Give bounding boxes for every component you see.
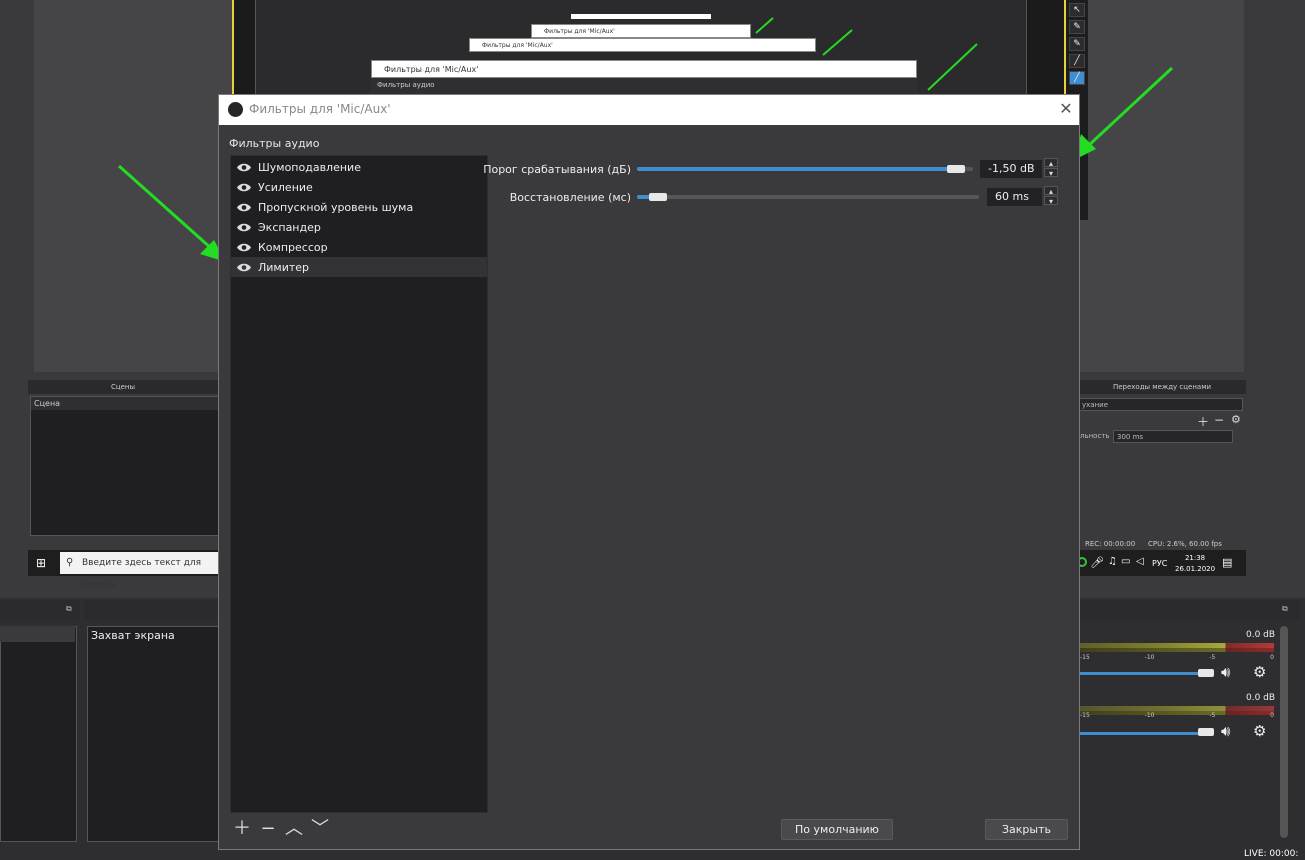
- filter-label: Шумоподавление: [258, 160, 361, 174]
- dialog-title: Фильтры для 'Mic/Aux': [249, 102, 391, 116]
- filter-label: Компрессор: [258, 240, 328, 254]
- filter-list[interactable]: Шумоподавление Усиление Пропускной урове…: [230, 155, 488, 813]
- spin-up-icon[interactable]: ▴: [1044, 158, 1058, 168]
- audio-filters-label: Фильтры аудио: [229, 137, 320, 150]
- release-slider-handle[interactable]: [648, 193, 667, 201]
- visibility-eye-icon[interactable]: [236, 182, 252, 193]
- list-item[interactable]: Компрессор: [231, 237, 487, 257]
- release-field[interactable]: 60 ms: [986, 187, 1043, 207]
- defaults-button[interactable]: По умолчанию: [781, 819, 893, 840]
- release-label: Восстановление (мс): [509, 191, 631, 204]
- visibility-eye-icon[interactable]: [236, 162, 252, 173]
- filter-label: Лимитер: [258, 260, 310, 274]
- threshold-slider[interactable]: [637, 167, 973, 171]
- dialog-titlebar[interactable]: Фильтры для 'Mic/Aux' ✕: [219, 95, 1079, 125]
- visibility-eye-icon[interactable]: [236, 202, 252, 213]
- visibility-eye-icon[interactable]: [236, 242, 252, 253]
- arrow-left: [118, 164, 226, 262]
- list-item[interactable]: Пропускной уровень шума: [231, 197, 487, 217]
- remove-filter-icon[interactable]: −: [257, 819, 279, 839]
- close-icon[interactable]: ✕: [1055, 98, 1077, 120]
- arrow-background: [755, 17, 978, 91]
- arrow-right: [1074, 66, 1174, 160]
- list-item-selected[interactable]: Лимитер: [231, 257, 487, 277]
- filters-dialog: Фильтры для 'Mic/Aux' ✕ Фильтры аудио Шу…: [218, 94, 1080, 850]
- obs-logo-icon: [228, 102, 243, 117]
- visibility-eye-icon[interactable]: [236, 262, 252, 273]
- list-item[interactable]: Шумоподавление: [231, 157, 487, 177]
- close-button[interactable]: Закрыть: [985, 819, 1068, 840]
- filter-label: Экспандер: [258, 220, 321, 234]
- filter-label: Пропускной уровень шума: [258, 200, 414, 214]
- spin-down-icon[interactable]: ▾: [1044, 196, 1058, 206]
- spin-down-icon[interactable]: ▾: [1044, 168, 1058, 178]
- move-down-icon[interactable]: ﹀: [309, 819, 331, 839]
- list-item[interactable]: Усиление: [231, 177, 487, 197]
- threshold-field[interactable]: -1,50 dB: [979, 159, 1043, 179]
- release-slider[interactable]: [637, 195, 979, 199]
- add-filter-icon[interactable]: ＋: [231, 819, 253, 839]
- threshold-slider-fill: [637, 167, 957, 171]
- list-item[interactable]: Экспандер: [231, 217, 487, 237]
- move-up-icon[interactable]: ︿: [283, 819, 305, 839]
- visibility-eye-icon[interactable]: [236, 222, 252, 233]
- threshold-label: Порог срабатывания (дБ): [483, 163, 631, 176]
- threshold-slider-handle[interactable]: [947, 165, 966, 173]
- spin-up-icon[interactable]: ▴: [1044, 186, 1058, 196]
- filter-list-toolbar: ＋ − ︿ ﹀: [231, 819, 335, 839]
- filter-label: Усиление: [258, 180, 313, 194]
